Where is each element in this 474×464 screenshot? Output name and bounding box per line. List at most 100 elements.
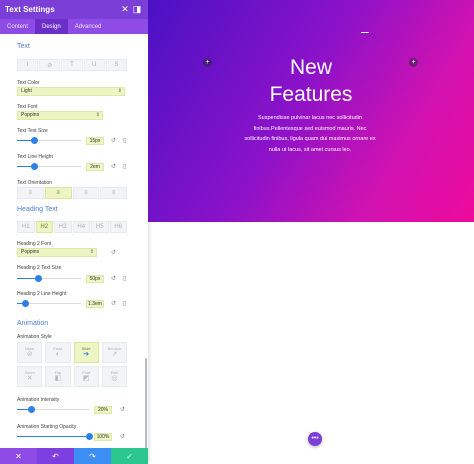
none-icon: ⊘ — [26, 351, 33, 358]
more-icon: ••• — [311, 435, 319, 442]
heading-size-label: Heading 2 Text Size — [17, 265, 62, 271]
panel-body: Text I ⊘ T U S Text Color Light ⇕ Text F… — [0, 34, 148, 448]
strikethrough-icon[interactable]: S — [105, 59, 128, 71]
cancel-button[interactable]: ✕ — [0, 448, 37, 464]
line-height-value[interactable]: 2em — [86, 163, 104, 171]
link-icon[interactable]: ⊘ — [39, 59, 61, 71]
panel-tabs: Content Design Advanced — [0, 19, 148, 34]
check-icon: ✓ — [126, 451, 133, 461]
chevron-down-icon: ⇕ — [89, 249, 94, 255]
line-height-slider[interactable] — [17, 162, 81, 171]
reset-icon[interactable]: ↺ — [120, 406, 125, 413]
animation-style-bounce[interactable]: Bounce ↗ — [101, 342, 127, 363]
animation-style-fold[interactable]: Fold ◩ — [73, 366, 99, 387]
animation-style-flip[interactable]: Flip ◧ — [45, 366, 71, 387]
heading-level-h5[interactable]: H5 — [91, 221, 109, 233]
reset-icon[interactable]: ↺ — [120, 433, 125, 440]
hero-body-text[interactable]: Suspendisse pulvinar lacus nec sollicitu… — [244, 113, 376, 155]
device-icon[interactable]: ▯ — [123, 275, 126, 282]
slider-knob[interactable] — [21, 300, 29, 307]
close-icon[interactable]: ✕ — [119, 4, 131, 15]
reset-icon[interactable]: ↺ — [111, 300, 116, 307]
line-height-label: Text Line Height — [17, 154, 53, 160]
slider-knob[interactable] — [27, 406, 35, 413]
hero-heading[interactable]: New Features — [148, 54, 474, 108]
slider-knob[interactable] — [34, 275, 42, 282]
tab-content[interactable]: Content — [0, 19, 35, 34]
heading-line-height-value[interactable]: 1.3em — [86, 300, 104, 308]
heading-level-h2[interactable]: H2 — [35, 221, 53, 233]
redo-button[interactable]: ↷ — [74, 448, 111, 464]
heading-level-h1[interactable]: H1 — [17, 221, 35, 233]
text-font-label: Text Font — [17, 104, 38, 110]
close-icon: ✕ — [15, 451, 22, 461]
zoom-icon: ✕ — [26, 375, 33, 382]
undo-button[interactable]: ↶ — [37, 448, 74, 464]
roll-icon: ◎ — [111, 375, 118, 382]
animation-intensity-value[interactable]: 20% — [94, 406, 112, 414]
slider-knob[interactable] — [85, 433, 93, 440]
expand-icon[interactable]: ◨ — [131, 4, 143, 15]
align-right-icon[interactable]: ≡ — [72, 187, 100, 199]
reset-icon[interactable]: ↺ — [111, 137, 116, 144]
animation-opacity-value[interactable]: 100% — [94, 433, 112, 441]
align-center-icon[interactable]: ≡ — [44, 187, 72, 199]
heading-level-h3[interactable]: H3 — [54, 221, 72, 233]
animation-style-slide[interactable]: Slide ➜ — [73, 342, 99, 363]
flip-icon: ◧ — [54, 375, 62, 382]
heading-line-height-slider[interactable] — [17, 299, 81, 308]
bounce-icon: ↗ — [111, 351, 118, 358]
more-options-button[interactable]: ••• — [308, 432, 322, 446]
text-size-label: Text Text Size — [17, 128, 48, 134]
heading-level-tabs: H1 H2 H3 H4 H5 H6 — [17, 221, 127, 233]
text-style-buttons: I ⊘ T U S — [17, 59, 128, 71]
tab-design[interactable]: Design — [35, 19, 68, 34]
animation-intensity-slider[interactable] — [17, 405, 89, 414]
reset-icon[interactable]: ↺ — [111, 275, 116, 282]
slider-knob[interactable] — [30, 137, 38, 144]
panel-titlebar: Text Settings ✕ ◨ — [0, 0, 148, 19]
chevron-down-icon: ⇕ — [95, 112, 100, 118]
slider-knob[interactable] — [30, 163, 38, 170]
hero-divider — [361, 32, 369, 33]
text-font-select[interactable]: Poppins ⇕ — [17, 111, 103, 120]
save-button[interactable]: ✓ — [111, 448, 148, 464]
heading-font-select[interactable]: Poppins ⇕ — [17, 248, 97, 257]
animation-intensity-label: Animation Intensity — [17, 397, 60, 403]
fold-icon: ◩ — [82, 375, 90, 382]
section-animation[interactable]: Animation — [17, 320, 48, 327]
device-icon[interactable]: ▯ — [123, 137, 126, 144]
orientation-buttons: ≡ ≡ ≡ ≡ — [17, 187, 127, 199]
section-heading-text[interactable]: Heading Text — [17, 206, 58, 213]
hero-heading-line2: Features — [269, 83, 353, 106]
animation-style-zoom[interactable]: Zoom ✕ — [17, 366, 43, 387]
text-color-value: Light — [21, 88, 32, 94]
heading-level-h4[interactable]: H4 — [72, 221, 90, 233]
animation-style-grid: None ⊘ Fade ◐ Slide ➜ Bounce ↗ Zoom ✕ Fl… — [17, 342, 127, 387]
text-size-slider[interactable] — [17, 136, 81, 145]
device-icon[interactable]: ▯ — [123, 300, 126, 307]
heading-level-h6[interactable]: H6 — [109, 221, 127, 233]
align-left-icon[interactable]: ≡ — [17, 187, 44, 199]
heading-size-slider[interactable] — [17, 274, 81, 283]
text-size-value[interactable]: 15px — [86, 137, 104, 145]
underline-icon[interactable]: U — [83, 59, 105, 71]
align-justify-icon[interactable]: ≡ — [100, 187, 127, 199]
section-text-heading[interactable]: Text — [17, 43, 30, 50]
reset-icon[interactable]: ↺ — [111, 249, 116, 256]
panel-footer: ✕ ↶ ↷ ✓ — [0, 448, 148, 464]
animation-style-none[interactable]: None ⊘ — [17, 342, 43, 363]
heading-size-value[interactable]: 50px — [86, 275, 104, 283]
uppercase-icon[interactable]: T — [61, 59, 83, 71]
hero-section[interactable]: + + New Features Suspendisse pulvinar la… — [148, 0, 474, 222]
animation-opacity-slider[interactable] — [17, 432, 93, 441]
panel-scrollbar[interactable] — [145, 358, 147, 448]
slide-icon: ➜ — [83, 351, 90, 358]
device-icon[interactable]: ▯ — [123, 163, 126, 170]
italic-icon[interactable]: I — [17, 59, 39, 71]
reset-icon[interactable]: ↺ — [111, 163, 116, 170]
animation-style-fade[interactable]: Fade ◐ — [45, 342, 71, 363]
text-color-select[interactable]: Light ⇕ — [17, 87, 125, 96]
animation-style-roll[interactable]: Roll ◎ — [101, 366, 127, 387]
tab-advanced[interactable]: Advanced — [68, 19, 109, 34]
